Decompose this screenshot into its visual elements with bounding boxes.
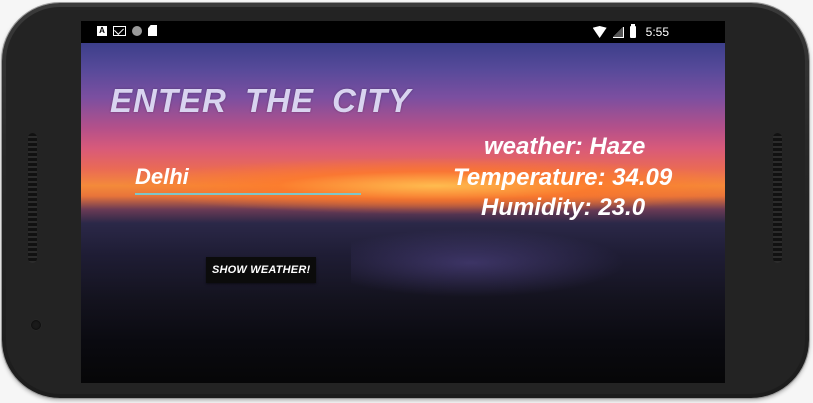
city-input[interactable] bbox=[135, 163, 361, 195]
battery-icon bbox=[629, 24, 636, 38]
show-weather-button[interactable]: SHOW WEATHER! bbox=[206, 257, 317, 283]
signal-icon bbox=[612, 26, 624, 38]
background-river-glow bbox=[351, 223, 651, 303]
sunset-background: ENTER THE CITY weather: Haze Temperature… bbox=[81, 43, 725, 383]
sd-card-icon bbox=[148, 25, 157, 36]
front-camera bbox=[31, 320, 41, 330]
status-time: 5:55 bbox=[645, 25, 669, 39]
a-icon: A bbox=[97, 25, 107, 36]
left-speaker-grille bbox=[28, 133, 37, 263]
circle-icon bbox=[132, 25, 142, 36]
status-right-icons: 5:55 bbox=[592, 24, 669, 39]
wifi-icon bbox=[592, 26, 607, 38]
device-screen: A 5:55 ENTER THE CITY weather: Haze Temp… bbox=[81, 21, 725, 383]
temperature-label: Temperature: 34.09 bbox=[453, 164, 673, 191]
right-speaker-grille bbox=[773, 133, 782, 263]
status-left-icons: A bbox=[97, 25, 157, 36]
page-title: ENTER THE CITY bbox=[110, 82, 412, 119]
mail-icon bbox=[113, 25, 126, 36]
status-bar: A 5:55 bbox=[81, 21, 725, 43]
weather-label: weather: Haze bbox=[484, 133, 646, 160]
humidity-label: Humidity: 23.0 bbox=[481, 194, 646, 221]
